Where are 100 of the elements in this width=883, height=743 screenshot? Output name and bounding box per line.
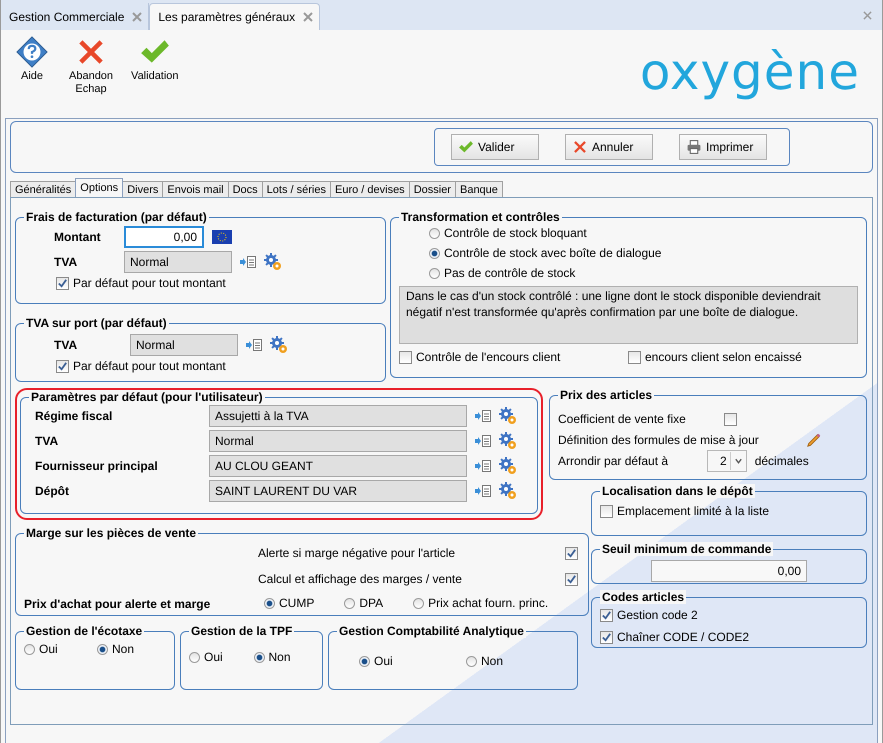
checkmark-icon	[458, 139, 474, 155]
checkbox[interactable]	[628, 350, 641, 364]
toolbar-button[interactable]: Validation	[127, 36, 183, 83]
gear-icon[interactable]	[499, 482, 517, 500]
checkbox-label: Alerte si marge négative pour l'article	[258, 546, 456, 560]
checkbox-label: Gestion code 2	[617, 608, 698, 622]
checkbox[interactable]	[600, 504, 613, 518]
checkbox-label: encours client selon encaissé	[645, 350, 802, 364]
radio-button[interactable]	[344, 598, 356, 608]
field-label: Fournisseur principal	[34, 459, 159, 473]
dropdown[interactable]: 2	[707, 450, 747, 472]
close-icon[interactable]	[132, 12, 142, 22]
checkbox[interactable]	[56, 360, 69, 372]
gear-icon[interactable]	[499, 457, 517, 475]
field-label: Montant	[53, 230, 102, 244]
unit-label: décimales	[754, 454, 809, 468]
group-title: Codes articles	[600, 590, 686, 604]
pencil-icon[interactable]	[806, 432, 822, 448]
list-arrow-icon[interactable]	[240, 254, 256, 268]
list-arrow-icon[interactable]	[475, 484, 491, 498]
info-text: Dans le cas d'un stock contrôlé : une ligne dont le stock disponible deviendrait négatif n'est transformée qu'après confirmation par une boîte de dialogue.	[399, 286, 858, 344]
field-label: Régime fiscal	[34, 409, 114, 423]
close-icon[interactable]	[863, 11, 872, 20]
field-label: Dépôt	[34, 484, 70, 498]
tab[interactable]: Banque	[454, 181, 503, 197]
radio-label: Pas de contrôle de stock	[444, 266, 576, 280]
radio-button[interactable]	[97, 644, 108, 654]
checkbox[interactable]	[600, 630, 613, 644]
radio-label: CUMP	[279, 596, 314, 610]
flag-icon	[212, 230, 232, 244]
checkbox-label: Coefficient de vente fixe	[558, 412, 687, 426]
action-button[interactable]: Annuler	[565, 134, 653, 160]
radio-label: Prix achat fourn. princ.	[428, 596, 548, 610]
radio-button[interactable]	[359, 656, 370, 666]
tab[interactable]: Options	[75, 178, 124, 197]
select-field[interactable]: Normal	[209, 430, 467, 452]
group-title: Gestion de la TPF	[189, 624, 294, 638]
field-label: TVA	[53, 254, 78, 268]
checkbox-label: Contrôle de l'encours client	[416, 350, 560, 364]
radio-button[interactable]	[264, 598, 275, 608]
tab[interactable]: Docs	[228, 181, 263, 197]
checkbox[interactable]	[565, 572, 578, 586]
printer-icon	[686, 139, 702, 155]
field-label: Arrondir par défaut à	[558, 454, 670, 468]
amount-field[interactable]: 0,00	[651, 560, 807, 582]
list-arrow-icon[interactable]	[475, 409, 491, 423]
checkbox[interactable]	[724, 412, 737, 426]
gear-icon[interactable]	[270, 336, 288, 354]
group-title: TVA sur port (par défaut)	[24, 316, 169, 330]
toolbar-button[interactable]: Aide	[9, 36, 55, 83]
radio-label: DPA	[359, 596, 384, 610]
radio-button[interactable]	[413, 598, 424, 608]
radio-button[interactable]	[429, 228, 440, 238]
group-title: Gestion de l'écotaxe	[24, 624, 144, 638]
toolbar-button[interactable]: Abandon Echap	[65, 36, 118, 96]
radio-button[interactable]	[24, 644, 35, 654]
select-field[interactable]: Assujetti à la TVA	[209, 405, 467, 427]
logo: oxygène	[640, 42, 860, 102]
group-title: Transformation et contrôles	[399, 210, 562, 224]
checkbox[interactable]	[565, 546, 578, 560]
radio-label: Non	[481, 654, 504, 668]
radio-label: Contrôle de stock avec boîte de dialogue	[444, 246, 662, 260]
tab[interactable]: Envois mail	[162, 181, 229, 197]
radio-label: Oui	[204, 650, 223, 664]
select-field[interactable]: Normal	[130, 334, 238, 356]
select-field[interactable]: AU CLOU GEANT	[209, 455, 467, 477]
group-title: Prix des articles	[558, 388, 654, 402]
radio-label: Contrôle de stock bloquant	[444, 226, 587, 240]
radio-button[interactable]	[254, 652, 264, 662]
tab[interactable]: Divers	[122, 181, 164, 197]
field-label: Prix d'achat pour alerte et marge	[24, 596, 212, 611]
checkbox[interactable]	[399, 350, 412, 364]
link-label: Définition des formules de mise à jour	[558, 433, 759, 447]
action-button[interactable]: Valider	[451, 134, 539, 160]
checkbox[interactable]	[56, 276, 69, 290]
radio-button[interactable]	[189, 652, 200, 662]
gear-icon[interactable]	[499, 407, 517, 425]
document-tab[interactable]: Les paramètres généraux	[149, 3, 320, 30]
list-arrow-icon[interactable]	[246, 338, 262, 352]
tab[interactable]: Lots / séries	[262, 181, 331, 197]
close-icon[interactable]	[303, 12, 314, 22]
tab[interactable]: Euro / devises	[330, 181, 410, 197]
list-arrow-icon[interactable]	[475, 459, 491, 473]
checkbox[interactable]	[600, 608, 613, 622]
radio-label: Oui	[374, 654, 393, 668]
field-label: TVA	[53, 338, 78, 352]
select-field[interactable]: Normal	[124, 250, 232, 272]
list-arrow-icon[interactable]	[475, 434, 491, 448]
gear-icon[interactable]	[264, 252, 282, 270]
radio-button[interactable]	[429, 248, 440, 258]
action-button[interactable]: Imprimer	[679, 134, 767, 160]
gear-icon[interactable]	[499, 432, 517, 450]
select-field[interactable]: SAINT LAURENT DU VAR	[209, 480, 467, 502]
tab[interactable]: Dossier	[408, 181, 456, 197]
checkbox-label: Par défaut pour tout montant	[73, 276, 226, 290]
amount-field[interactable]: 0,00	[124, 226, 204, 248]
tab[interactable]: Généralités	[10, 181, 76, 197]
radio-button[interactable]	[429, 268, 440, 278]
radio-label: Non	[112, 642, 134, 656]
radio-button[interactable]	[466, 656, 477, 666]
